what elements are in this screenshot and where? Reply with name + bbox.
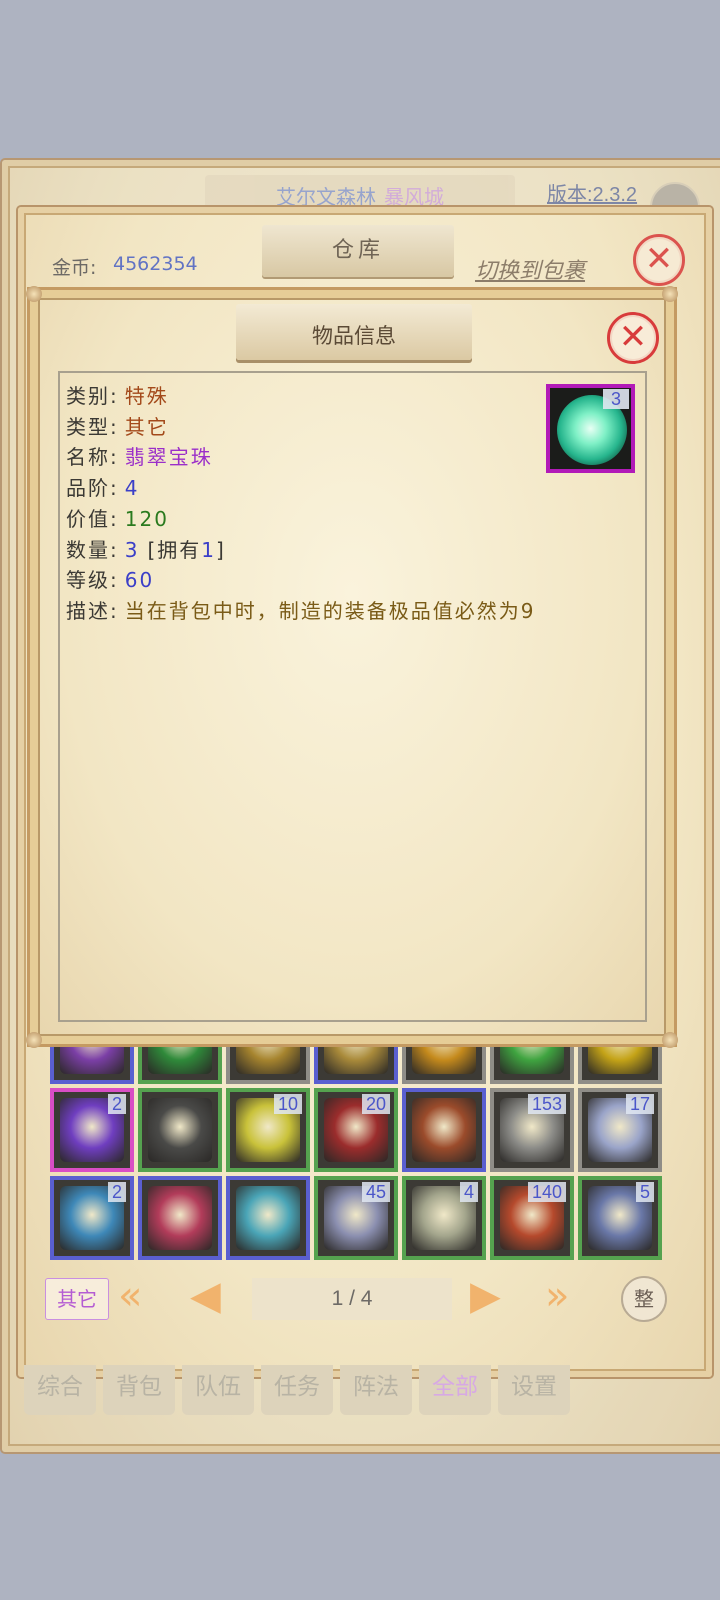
item-info-close-button[interactable]: ✕ — [607, 312, 659, 364]
warehouse-slot[interactable]: 20 — [314, 1088, 398, 1172]
double-left-arrow-icon[interactable]: « — [118, 1273, 142, 1319]
tab-settings[interactable]: 设置 — [498, 1365, 570, 1415]
owned-prefix: [拥有 — [147, 537, 202, 562]
filter-other-button[interactable]: 其它 — [45, 1278, 109, 1320]
attribute-value: 翡翠宝珠 — [124, 445, 213, 470]
location-sub: 暴风城 — [384, 187, 444, 209]
attribute-row: 类型: 其它 — [66, 411, 169, 440]
item-icon — [148, 1186, 212, 1250]
attribute-label: 类别: — [66, 384, 119, 408]
item-icon — [236, 1186, 300, 1250]
attribute-value: 120 — [124, 506, 169, 531]
slot-count: 2 — [107, 1182, 126, 1202]
slot-count: 153 — [527, 1094, 566, 1114]
warehouse-slot[interactable]: 45 — [314, 1176, 398, 1260]
tab-quest[interactable]: 任务 — [261, 1365, 333, 1415]
owned-count: 1 — [201, 537, 217, 562]
attribute-value: 4 — [124, 476, 140, 501]
owned-suffix: ] — [216, 537, 226, 562]
attribute-label: 名称: — [66, 445, 119, 470]
slot-count: 2 — [107, 1094, 126, 1114]
attribute-value: 其它 — [124, 414, 169, 439]
bottom-tab-bar: 综合 背包 队伍 任务 阵法 全部 设置 — [24, 1365, 584, 1415]
gold-label: 金币: — [52, 257, 97, 279]
attribute-row: 名称: 翡翠宝珠 — [66, 441, 213, 470]
attribute-row: 描述: 当在背包中时，制造的装备极品值必然为9 — [66, 595, 535, 624]
attribute-row: 品阶: 4 — [66, 472, 139, 501]
warehouse-slot[interactable]: 2 — [50, 1088, 134, 1172]
warehouse-slot[interactable]: 5 — [578, 1176, 662, 1260]
attribute-label: 类型: — [66, 414, 119, 439]
attribute-label: 描述: — [66, 598, 119, 623]
slot-count: 10 — [273, 1094, 302, 1114]
attribute-row: 数量: 3 [拥有1] — [66, 534, 226, 563]
tab-all[interactable]: 全部 — [419, 1365, 491, 1415]
slot-count: 5 — [635, 1182, 654, 1202]
attribute-value: 特殊 — [124, 384, 169, 408]
item-icon — [412, 1098, 476, 1162]
left-arrow-icon[interactable]: ◀ — [190, 1273, 221, 1319]
warehouse-close-button[interactable]: ✕ — [633, 234, 685, 286]
version-label: 版本:2.3.2 — [547, 184, 638, 206]
attribute-label: 等级: — [66, 568, 119, 593]
attribute-value: 当在背包中时，制造的装备极品值必然为9 — [124, 598, 536, 623]
corner-ornament — [662, 1032, 678, 1048]
item-icon-count: 3 — [602, 389, 629, 409]
warehouse-slot[interactable]: 2 — [50, 1176, 134, 1260]
attribute-label: 数量: — [66, 537, 119, 562]
warehouse-title: 仓库 — [262, 225, 454, 277]
close-icon: ✕ — [618, 317, 648, 357]
page-indicator: 1 / 4 — [252, 1278, 452, 1320]
corner-ornament — [26, 1032, 42, 1048]
attribute-row: 等级: 60 — [66, 564, 154, 593]
corner-ornament — [662, 286, 678, 302]
right-arrow-icon[interactable]: ▶ — [470, 1273, 501, 1319]
item-icon — [148, 1098, 212, 1162]
warehouse-slot[interactable]: 4 — [402, 1176, 486, 1260]
attribute-row: 类别: 特殊 — [66, 380, 169, 409]
sort-button[interactable]: 整 — [621, 1276, 667, 1322]
warehouse-slot[interactable]: 153 — [490, 1088, 574, 1172]
double-right-arrow-icon[interactable]: » — [545, 1273, 569, 1319]
slot-count: 140 — [527, 1182, 566, 1202]
tab-formation[interactable]: 阵法 — [340, 1365, 412, 1415]
attribute-value: 60 — [124, 568, 155, 593]
warehouse-slot[interactable]: 140 — [490, 1176, 574, 1260]
attribute-row: 价值: 120 — [66, 503, 169, 532]
slot-count: 20 — [361, 1094, 390, 1114]
gold-value: 4562354 — [113, 253, 198, 275]
warehouse-slot[interactable] — [402, 1088, 486, 1172]
green-orb-icon: 3 — [546, 384, 635, 473]
warehouse-slot[interactable] — [138, 1176, 222, 1260]
warehouse-slot[interactable] — [138, 1088, 222, 1172]
location-main: 艾尔文森林 — [276, 187, 376, 209]
slot-count: 17 — [625, 1094, 654, 1114]
corner-ornament — [26, 286, 42, 302]
attribute-label: 价值: — [66, 506, 119, 531]
tab-general[interactable]: 综合 — [24, 1365, 96, 1415]
warehouse-slot[interactable]: 17 — [578, 1088, 662, 1172]
item-info-title: 物品信息 — [236, 304, 472, 360]
close-icon: ✕ — [644, 239, 674, 279]
attribute-value: 3 — [124, 537, 140, 562]
slot-count: 4 — [459, 1182, 478, 1202]
switch-to-bag-link[interactable]: 切换到包裹 — [475, 253, 585, 285]
warehouse-slot[interactable] — [226, 1176, 310, 1260]
tab-bag[interactable]: 背包 — [103, 1365, 175, 1415]
attribute-label: 品阶: — [66, 476, 119, 501]
warehouse-slot[interactable]: 10 — [226, 1088, 310, 1172]
slot-count: 45 — [361, 1182, 390, 1202]
tab-team[interactable]: 队伍 — [182, 1365, 254, 1415]
